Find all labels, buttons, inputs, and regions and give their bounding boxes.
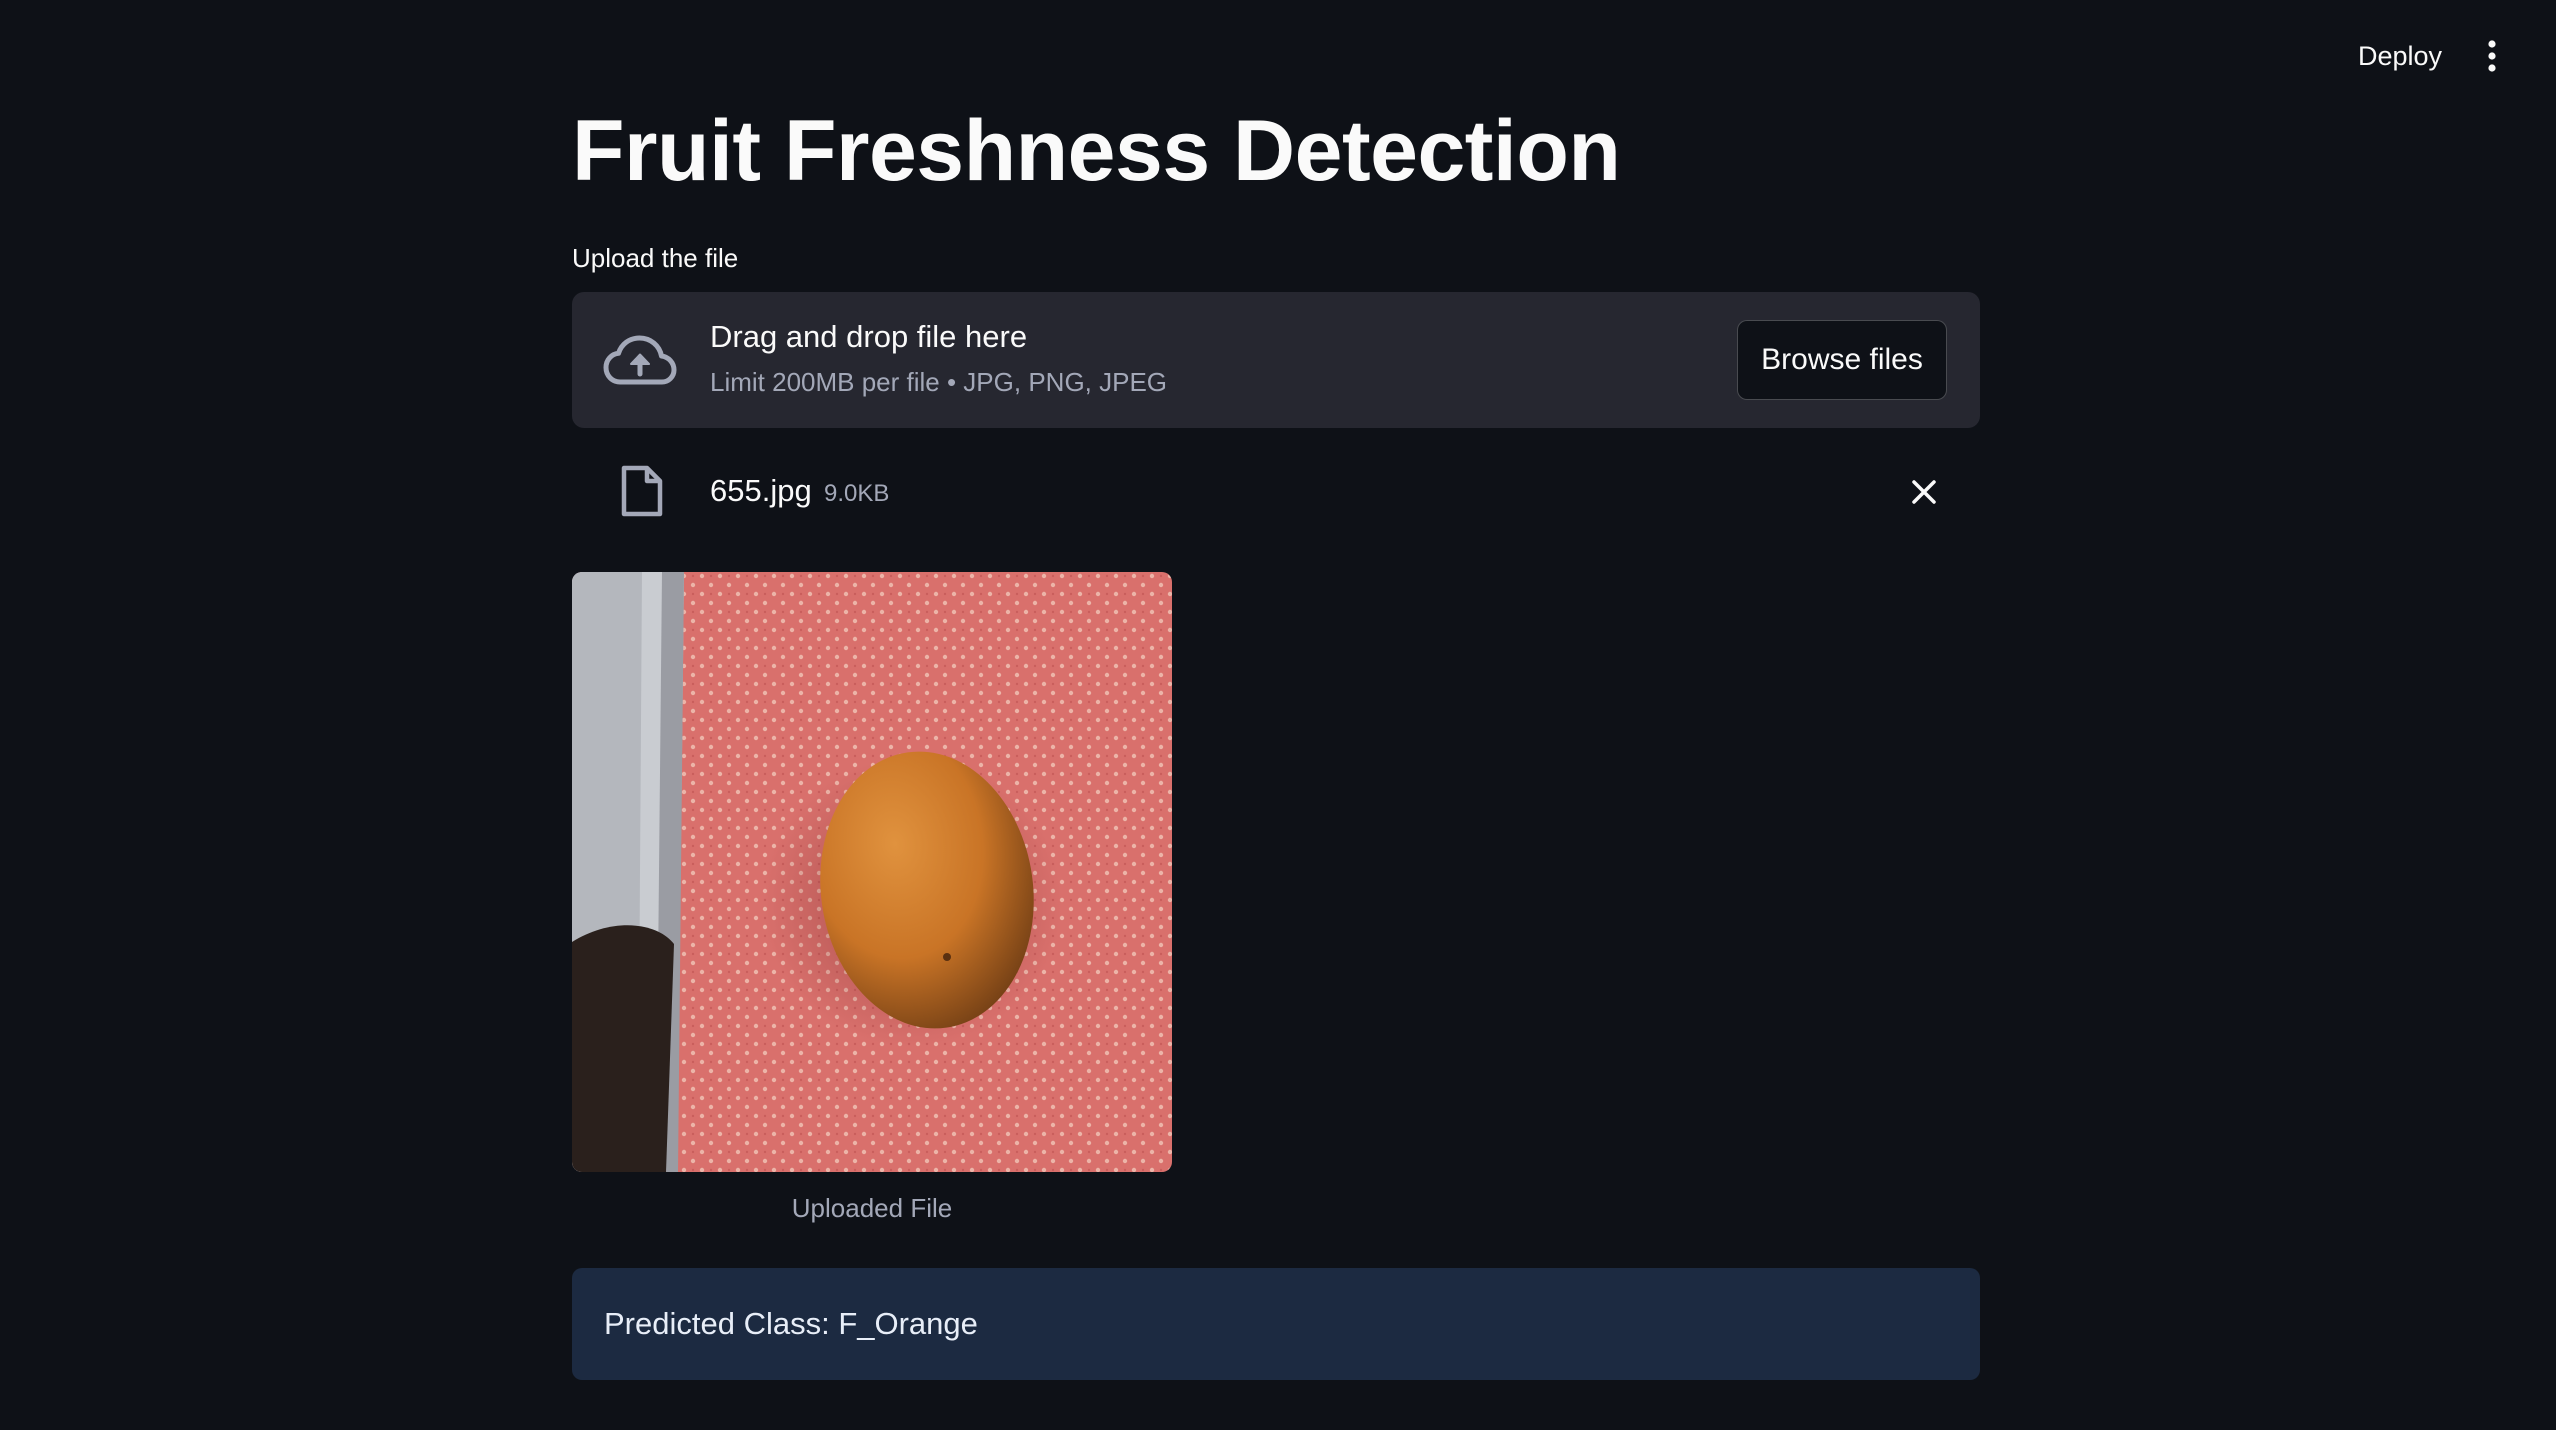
uploader-label: Upload the file — [572, 243, 739, 273]
dropzone-limit-text: Limit 200MB per file • JPG, PNG, JPEG — [710, 367, 1168, 397]
deploy-label: Deploy — [2358, 40, 2443, 71]
file-size: 9.0KB — [824, 480, 890, 507]
dropzone-title: Drag and drop file here — [710, 319, 1028, 354]
uploaded-image — [572, 572, 1172, 1172]
close-icon — [1912, 480, 1936, 504]
file-dropzone[interactable]: Drag and drop file here Limit 200MB per … — [572, 292, 1980, 428]
remove-file-button[interactable] — [1900, 468, 1948, 516]
vertical-ellipsis-icon — [2488, 40, 2496, 72]
browse-files-label: Browse files — [1761, 343, 1923, 376]
cloud-upload-icon — [603, 335, 677, 385]
page-title: Fruit Freshness Detection — [572, 103, 1621, 199]
browse-files-button[interactable]: Browse files — [1737, 320, 1947, 400]
image-caption: Uploaded File — [791, 1193, 953, 1223]
orange-photo — [572, 572, 1172, 1172]
app-root: Deploy Fruit Freshness Detection Upload … — [0, 0, 2556, 1430]
prediction-text: Predicted Class: F_Orange — [604, 1306, 978, 1341]
deploy-button[interactable]: Deploy — [2338, 30, 2462, 82]
main-menu-button[interactable] — [2470, 30, 2514, 82]
prediction-info-alert: Predicted Class: F_Orange — [572, 1268, 1980, 1380]
uploaded-file-row: 655.jpg 9.0KB — [572, 456, 1980, 528]
top-header: Deploy — [0, 0, 2556, 110]
file-name: 655.jpg — [710, 473, 812, 508]
file-icon — [621, 465, 663, 517]
